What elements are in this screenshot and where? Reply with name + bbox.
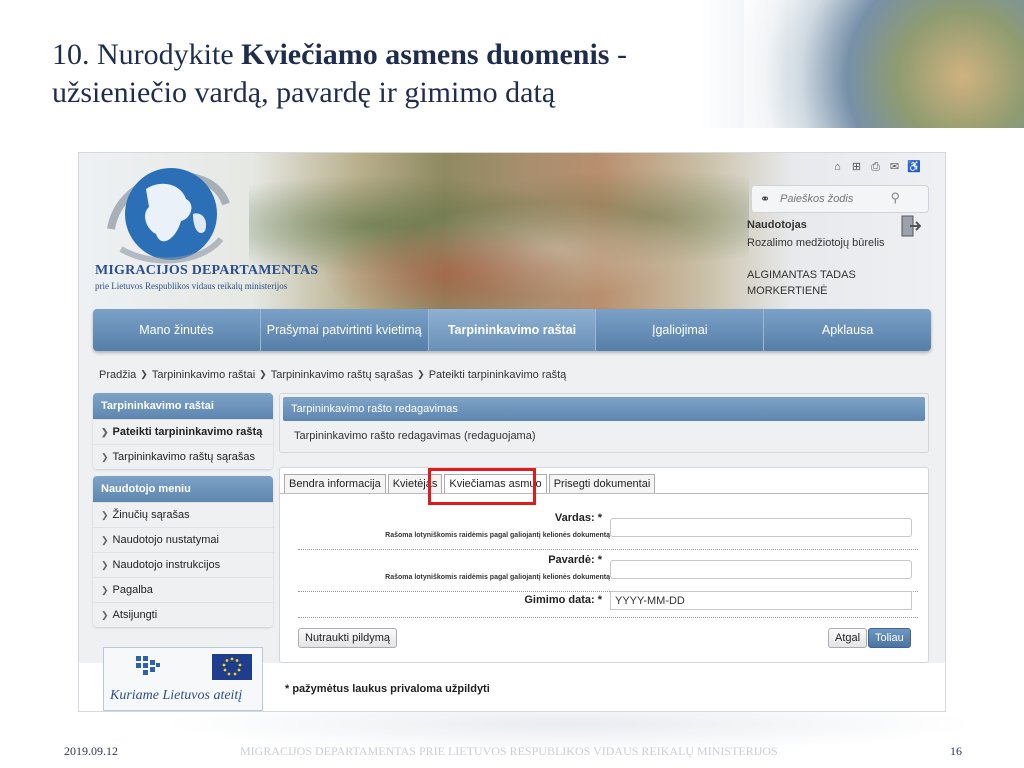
- eu-flag-icon: [212, 654, 252, 680]
- last-name-input[interactable]: [610, 560, 912, 579]
- chevron-right-icon: ❯: [101, 510, 109, 520]
- eu-slogan: Kuriame Lietuvos ateitį: [110, 688, 243, 703]
- sidebar-item-settings[interactable]: ❯ Naudotojo nustatymai: [93, 527, 273, 552]
- birth-date-label: Gimimo data: *: [524, 594, 602, 606]
- city-panorama-image: [249, 153, 749, 313]
- required-fields-note: * pažymėtus laukus privaloma užpildyti: [285, 683, 490, 695]
- tab-general-info[interactable]: Bendra informacija: [284, 474, 386, 493]
- slide-globe-decoration: [744, 0, 1024, 128]
- sidebar-item-help[interactable]: ❯ Pagalba: [93, 577, 273, 602]
- main-navigation: Mano žinutės Prašymai patvirtinti kvieti…: [93, 309, 931, 351]
- home-icon[interactable]: ⌂: [831, 161, 844, 174]
- last-name-hint: Rašoma lotyniškomis raidėmis pagal galio…: [385, 574, 610, 581]
- sidebar-item-letters-list[interactable]: ❯ Tarpininkavimo raštų sąrašas: [93, 444, 273, 469]
- user-name-line1: ALGIMANTAS TADAS: [747, 269, 856, 281]
- accessibility-icon[interactable]: ♿: [907, 161, 921, 174]
- tab-highlight-box: [428, 468, 536, 505]
- birth-date-input[interactable]: [610, 591, 912, 610]
- nav-item-survey[interactable]: Apklausa: [764, 309, 931, 351]
- slide-title-suffix: -: [609, 38, 627, 71]
- sidebar-item-label: Tarpininkavimo raštų sąrašas: [112, 451, 255, 463]
- top-utility-icons: ⌂ ⊞ ⎙ ✉ ♿: [831, 161, 921, 174]
- chevron-right-icon: ❯: [101, 585, 109, 595]
- breadcrumb-mediation-letters[interactable]: Tarpininkavimo raštai: [152, 369, 255, 381]
- eu-structural-funds-icon: [136, 656, 160, 675]
- chevron-right-icon: ❯: [259, 369, 267, 379]
- user-name-line2: MORKERTIENĖ: [747, 285, 828, 297]
- app-screenshot: MIGRACIJOS DEPARTAMENTAS prie Lietuvos R…: [78, 152, 946, 712]
- slide-title-line2: užsieniečio vardą, pavardę ir gimimo dat…: [52, 76, 556, 109]
- slide-title-prefix: 10. Nurodykite: [52, 38, 242, 71]
- first-name-label: Vardas: *: [554, 512, 602, 524]
- chevron-right-icon: ❯: [101, 452, 109, 462]
- footer-organization: MIGRACIJOS DEPARTAMENTAS PRIE LIETUVOS R…: [240, 744, 778, 758]
- sidebar-item-label: Naudotojo instrukcijos: [112, 559, 221, 571]
- sidebar-section-title: Tarpininkavimo raštai: [93, 393, 273, 419]
- slide-title-bold: Kviečiamo asmens duomenis: [241, 38, 610, 71]
- user-organization: Rozalimo medžiotojų būrelis: [747, 237, 885, 249]
- breadcrumb-current: Pateikti tarpininkavimo raštą: [428, 369, 567, 381]
- cancel-filling-button[interactable]: Nutraukti pildymą: [298, 628, 397, 648]
- sidebar-item-label: Pateikti tarpininkavimo raštą: [112, 426, 263, 438]
- sidebar-item-label: Žinučių sąrašas: [112, 509, 190, 521]
- nav-item-mediation-letters[interactable]: Tarpininkavimo raštai: [428, 309, 597, 351]
- sidebar-item-label: Naudotojo nustatymai: [112, 534, 219, 546]
- breadcrumb-home[interactable]: Pradžia: [99, 369, 136, 381]
- invitee-form-panel: Bendra informacija Kvietėjas Kviečiamas …: [279, 467, 929, 663]
- last-name-label: Pavardė: *: [548, 554, 602, 566]
- next-button[interactable]: Toliau: [868, 628, 911, 648]
- eu-funds-logo: Kuriame Lietuvos ateitį: [103, 647, 263, 711]
- edit-status-panel: Tarpininkavimo rašto redagavimas Tarpini…: [279, 393, 929, 453]
- birth-date-row: Gimimo data: *: [298, 591, 918, 618]
- breadcrumb-letters-list[interactable]: Tarpininkavimo raštų sąrašas: [271, 369, 413, 381]
- first-name-hint: Rašoma lotyniškomis raidėmis pagal galio…: [385, 532, 610, 539]
- sidebar-item-logout[interactable]: ❯ Atsijungti: [93, 602, 273, 627]
- sidebar-item-label: Pagalba: [112, 584, 153, 596]
- breadcrumb: Pradžia ❯ Tarpininkavimo raštai ❯ Tarpin…: [99, 369, 566, 381]
- search-input[interactable]: [780, 193, 900, 205]
- edit-panel-header: Tarpininkavimo rašto redagavimas: [283, 397, 925, 421]
- binoculars-icon: ⚭: [760, 192, 771, 206]
- chevron-right-icon: ❯: [101, 610, 109, 620]
- last-name-row: Pavardė: * Rašoma lotyniškomis raidėmis …: [298, 552, 918, 592]
- sidebar-section-title: Naudotojo meniu: [93, 476, 273, 502]
- sidebar-user-menu: Naudotojo meniu ❯ Žinučių sąrašas ❯ Naudot…: [93, 476, 273, 627]
- page-number: 16: [950, 744, 962, 758]
- footer-date: 2019.09.12: [64, 744, 118, 758]
- logo-title: MIGRACIJOS DEPARTAMENTAS: [95, 263, 319, 278]
- chevron-right-icon: ❯: [101, 535, 109, 545]
- sidebar-item-label: Atsijungti: [112, 609, 158, 621]
- first-name-input[interactable]: [610, 518, 912, 537]
- sidebar-item-instructions[interactable]: ❯ Naudotojo instrukcijos: [93, 552, 273, 577]
- slide-title: 10. Nurodykite Kviečiamo asmens duomenis…: [52, 36, 712, 112]
- edit-panel-status: Tarpininkavimo rašto redagavimas (redagu…: [294, 430, 536, 442]
- logout-icon[interactable]: [901, 215, 921, 237]
- sidebar-item-submit-letter[interactable]: ❯ Pateikti tarpininkavimo raštą: [93, 419, 273, 444]
- chevron-right-icon: ❯: [140, 369, 148, 379]
- nav-item-authorizations[interactable]: Įgaliojimai: [596, 309, 765, 351]
- tabs-divider: [280, 493, 928, 494]
- print-icon[interactable]: ⎙: [869, 161, 882, 174]
- nav-item-invitation-requests[interactable]: Prašymai patvirtinti kvietimą: [261, 309, 429, 351]
- sidebar-item-messages[interactable]: ❯ Žinučių sąrašas: [93, 502, 273, 527]
- chevron-right-icon: ❯: [417, 369, 425, 379]
- globe-logo-icon: [107, 168, 230, 264]
- sidebar-mediation-section: Tarpininkavimo raštai ❯ Pateikti tarpinin…: [93, 393, 273, 469]
- search-box: ⚭ ⚲: [751, 185, 929, 213]
- user-info: Naudotojas Rozalimo medžiotojų būrelis A…: [747, 219, 885, 298]
- first-name-row: Vardas: * Rašoma lotyniškomis raidėmis p…: [298, 510, 918, 550]
- tab-attach-documents[interactable]: Prisegti dokumentai: [548, 474, 656, 493]
- chevron-right-icon: ❯: [101, 427, 109, 437]
- back-button[interactable]: Atgal: [828, 628, 868, 648]
- user-label: Naudotojas: [747, 219, 807, 231]
- nav-item-my-messages[interactable]: Mano žinutės: [93, 309, 261, 351]
- sitemap-icon[interactable]: ⊞: [850, 161, 863, 174]
- logo-subtitle: prie Lietuvos Respublikos vidaus reikalų…: [95, 281, 288, 291]
- mail-icon[interactable]: ✉: [888, 161, 901, 174]
- search-icon[interactable]: ⚲: [890, 190, 900, 206]
- chevron-right-icon: ❯: [101, 560, 109, 570]
